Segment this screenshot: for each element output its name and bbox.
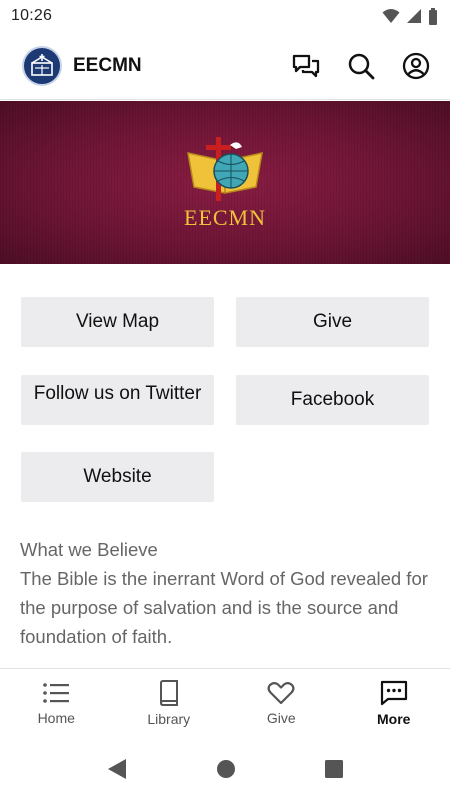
app-logo	[22, 45, 62, 86]
app-header: EECMN	[0, 32, 450, 100]
status-time: 10:26	[11, 7, 53, 24]
signal-icon	[407, 9, 421, 23]
chat-dots-icon	[380, 680, 407, 706]
banner-logo-text: EECMN	[184, 204, 266, 230]
home-circle-icon[interactable]	[216, 759, 236, 779]
messages-icon	[292, 54, 319, 77]
nav-label-give: Give	[266, 710, 296, 726]
system-nav-bar	[0, 738, 450, 800]
status-bar: 10:26	[0, 0, 450, 32]
search-button[interactable]	[344, 49, 377, 82]
hero-banner: EECMN	[0, 101, 450, 264]
app-title: EECMN	[73, 54, 142, 76]
messages-button[interactable]	[289, 49, 322, 82]
nav-item-more[interactable]: More	[338, 669, 450, 738]
book-icon	[159, 680, 178, 706]
church-logo-icon	[31, 53, 53, 76]
header-actions	[289, 49, 432, 82]
nav-label-library: Library	[147, 711, 191, 727]
facebook-button[interactable]: Facebook	[236, 375, 429, 425]
nav-item-home[interactable]: Home	[0, 669, 113, 738]
status-icons	[382, 7, 438, 25]
back-icon[interactable]	[106, 758, 128, 780]
nav-label-more: More	[377, 711, 411, 727]
account-button[interactable]	[399, 49, 432, 82]
belief-section: What we Believe The Bible is the inerran…	[20, 535, 432, 651]
nav-item-give[interactable]: Give	[225, 669, 338, 738]
recents-icon[interactable]	[324, 759, 344, 779]
give-button[interactable]: Give	[236, 297, 429, 347]
belief-body: The Bible is the inerrant Word of God re…	[20, 568, 428, 647]
bottom-nav: Home Library Give More	[0, 668, 450, 738]
battery-icon	[429, 7, 437, 25]
nav-label-home: Home	[37, 710, 75, 726]
heart-icon	[267, 682, 295, 705]
belief-heading: What we Believe	[20, 539, 158, 560]
bible-globe-cross-icon	[187, 136, 263, 201]
follow-twitter-button[interactable]: Follow us on Twitter	[21, 375, 214, 425]
account-icon	[402, 52, 429, 79]
search-icon	[348, 53, 374, 79]
nav-item-library[interactable]: Library	[113, 669, 226, 738]
wifi-icon	[382, 9, 400, 23]
website-button[interactable]: Website	[21, 452, 214, 502]
list-icon	[43, 683, 70, 703]
view-map-button[interactable]: View Map	[21, 297, 214, 347]
